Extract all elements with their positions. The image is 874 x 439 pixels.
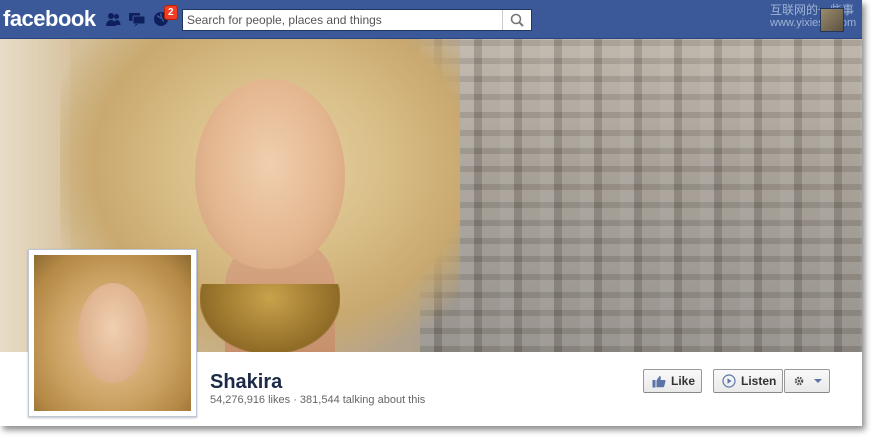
thumbs-up-icon	[652, 375, 666, 387]
notifications-badge[interactable]: 2	[164, 5, 178, 20]
top-navigation-bar: facebook 2 互联网的一些事 www.yixieshi.com	[0, 0, 862, 39]
talking-about-count: 381,544 talking about this	[299, 394, 426, 406]
search-input[interactable]	[187, 12, 497, 28]
listen-button-label: Listen	[741, 374, 777, 388]
search-button[interactable]	[502, 10, 531, 30]
profile-face	[78, 283, 148, 383]
play-icon	[722, 374, 736, 388]
search-icon	[510, 13, 524, 27]
cover-portrait-face	[195, 79, 345, 269]
screenshot-frame: facebook 2 互联网的一些事 www.yixieshi.com	[0, 0, 862, 426]
cover-city-background	[420, 39, 862, 352]
user-avatar[interactable]	[820, 8, 844, 32]
profile-picture-image	[34, 255, 191, 411]
stats-separator: ·	[293, 394, 297, 406]
page-stats: 54,276,916 likes · 381,544 talking about…	[210, 394, 425, 406]
like-button-label: Like	[671, 374, 696, 388]
gear-icon	[794, 376, 804, 386]
cover-portrait-necklace	[200, 284, 340, 352]
messages-icon[interactable]	[128, 11, 146, 27]
settings-dropdown-button[interactable]	[784, 369, 830, 393]
like-button[interactable]: Like	[643, 369, 702, 393]
page-title[interactable]: Shakira	[210, 371, 282, 394]
friend-requests-icon[interactable]	[105, 11, 121, 27]
facebook-logo[interactable]: facebook	[3, 6, 96, 32]
likes-count[interactable]: 54,276,916 likes	[210, 394, 290, 406]
listen-button[interactable]: Listen	[713, 369, 783, 393]
profile-picture[interactable]	[28, 249, 197, 417]
chevron-down-icon	[814, 379, 822, 383]
search-box	[182, 9, 532, 31]
